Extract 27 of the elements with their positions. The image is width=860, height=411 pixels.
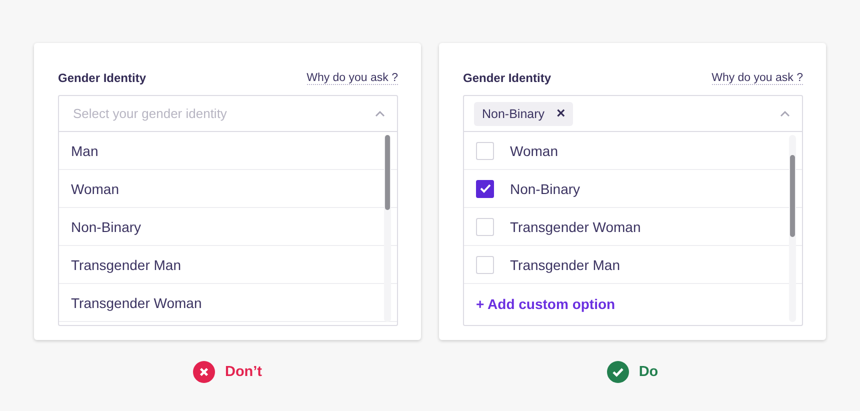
option-label: Transgender Woman [71,294,202,310]
field-label: Gender Identity [463,71,552,85]
option-label: Transgender Man [71,256,181,272]
checkmark-icon [480,184,490,193]
placeholder-text: Select your gender identity [72,106,228,121]
why-link[interactable]: Why do you ask ? [306,72,398,85]
verdict-label: Do [638,364,658,380]
option-label: Transgender Woman [510,218,641,234]
add-option-button[interactable]: + Add custom option [476,296,616,312]
scrollbar[interactable] [789,135,796,322]
option-label: Man [71,142,98,158]
scrollbar[interactable] [384,135,391,322]
caret-up-icon[interactable] [375,110,385,116]
chip-label: Non-Binary [482,106,545,120]
why-link[interactable]: Why do you ask ? [712,72,803,85]
caret-up-icon[interactable] [780,110,790,116]
checkbox[interactable] [476,180,494,198]
field-label: Gender Identity [58,71,146,85]
option-label: Woman [510,142,558,158]
select-dropdown[interactable]: Non-Binary × Woman Non-Binary Transgender Woman Transgender Man + Add custom option [463,95,803,326]
option-label: Woman [71,180,119,196]
remove-button[interactable]: × [556,106,566,121]
option-label: Non-Binary [71,218,142,234]
verdict-label: Don’t [224,364,262,380]
option-label: Non-Binary [510,180,580,196]
select-dropdown[interactable]: Select your gender identity Man Woman Non-Binary Transgender Man Transgender Woman [58,95,398,326]
option-label: Transgender Man [510,256,620,272]
